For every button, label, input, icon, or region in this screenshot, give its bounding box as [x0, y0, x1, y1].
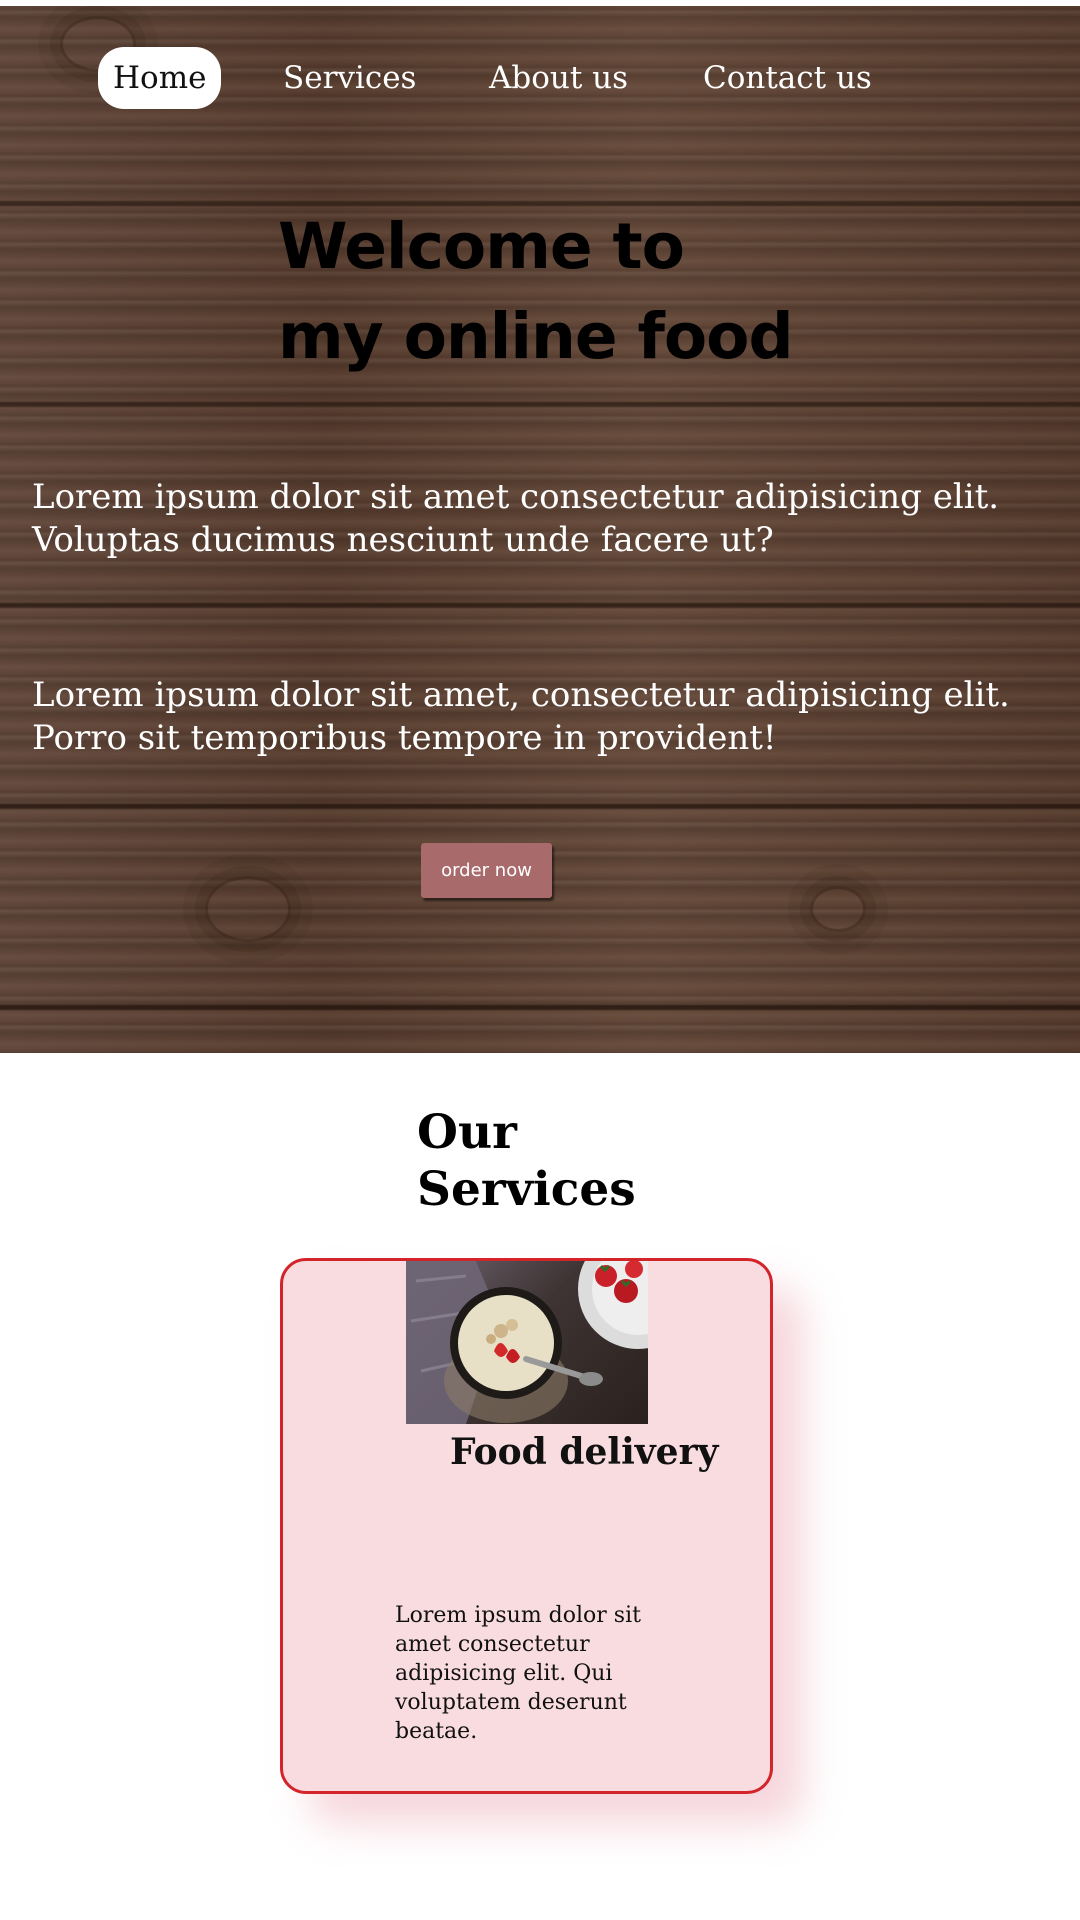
- hero-paragraph-line: Porro sit temporibus tempore in providen…: [32, 718, 777, 758]
- hero-title-line: Welcome to: [278, 210, 685, 283]
- service-card-description: Lorem ipsum dolor sit amet consectetur a…: [395, 1601, 695, 1746]
- hero-section: Home Services About us Contact us Welcom…: [0, 6, 1080, 1053]
- hero-title-line: my online food: [278, 300, 794, 373]
- service-card-food-delivery[interactable]: Food delivery Lorem ipsum dolor sit amet…: [280, 1258, 773, 1794]
- food-delivery-image: [406, 1261, 648, 1424]
- service-card-title: Food delivery: [450, 1431, 719, 1473]
- service-card-text-line: beatae.: [395, 1719, 478, 1744]
- service-card-text-line: amet consectetur: [395, 1632, 590, 1657]
- services-heading: Our Services: [417, 1104, 636, 1218]
- hero-paragraph-line: Voluptas ducimus nesciunt unde facere ut…: [32, 520, 774, 560]
- hero-paragraph-line: Lorem ipsum dolor sit amet consectetur a…: [32, 477, 1000, 517]
- service-card-text-line: Lorem ipsum dolor sit: [395, 1603, 641, 1628]
- hero-paragraph-1: Lorem ipsum dolor sit amet consectetur a…: [32, 476, 1062, 562]
- main-navigation: Home Services About us Contact us: [0, 41, 1080, 114]
- order-now-button[interactable]: order now: [421, 843, 552, 898]
- nav-about-us[interactable]: About us: [474, 47, 643, 109]
- services-heading-line: Our: [417, 1105, 517, 1160]
- hero-paragraph-line: Lorem ipsum dolor sit amet, consectetur …: [32, 675, 1010, 715]
- wood-knot-decoration: [810, 886, 866, 932]
- wood-knot-decoration: [205, 876, 291, 942]
- nav-services[interactable]: Services: [268, 47, 431, 109]
- services-heading-line: Services: [417, 1162, 636, 1217]
- yogurt-bowl-icon: [406, 1261, 648, 1424]
- nav-contact-us[interactable]: Contact us: [688, 47, 887, 109]
- service-card-text-line: voluptatem deserunt: [395, 1690, 627, 1715]
- service-card-text-line: adipisicing elit. Qui: [395, 1661, 613, 1686]
- nav-home[interactable]: Home: [98, 47, 222, 109]
- hero-title: Welcome to my online food: [278, 202, 794, 382]
- hero-paragraph-2: Lorem ipsum dolor sit amet, consectetur …: [32, 674, 1062, 760]
